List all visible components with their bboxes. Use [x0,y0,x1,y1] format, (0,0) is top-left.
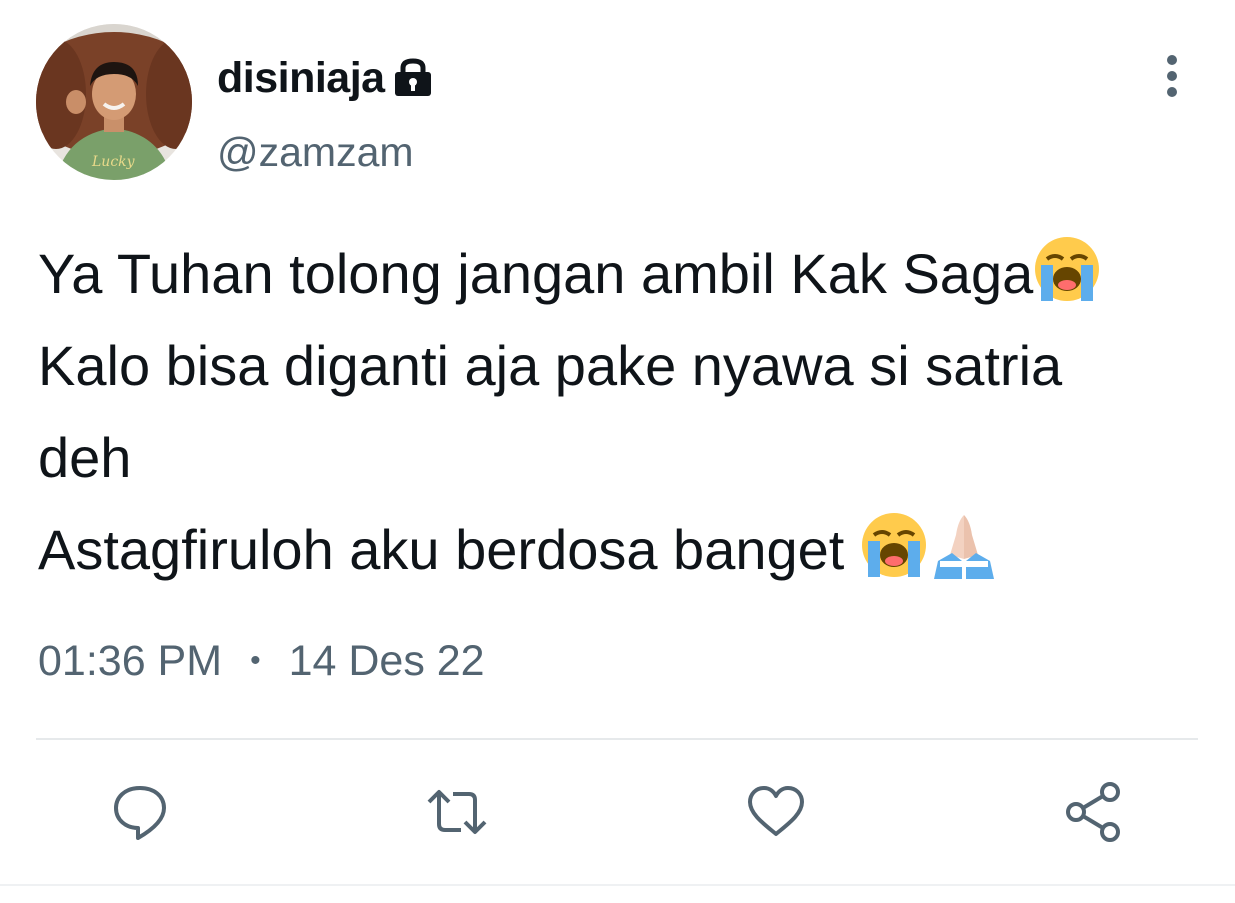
reply-icon[interactable] [108,780,172,844]
avatar-shirt-text: Lucky [91,154,136,170]
tweet-line: Astagfiruloh aku berdosa banget [38,504,1208,596]
meta-separator: • [250,644,261,677]
tweet-line-text: Ya Tuhan tolong jangan ambil Kak Saga [38,242,1034,305]
action-bar [0,780,1235,844]
tweet-line: deh [38,426,132,489]
author-name-row[interactable]: disiniaja [217,50,433,106]
display-name[interactable]: disiniaja [217,54,385,103]
bottom-divider [0,884,1235,886]
tweet-line-text: Astagfiruloh aku berdosa banget [38,518,845,581]
share-icon[interactable] [1062,780,1126,844]
tweet-date[interactable]: 14 Des 22 [289,637,485,686]
tweet-line: Kalo bisa diganti aja pake nyawa si satr… [38,334,1063,397]
tweet-text: Ya Tuhan tolong jangan ambil Kak Saga Ka… [38,228,1208,596]
divider [36,738,1198,740]
more-vertical-icon[interactable] [1150,52,1194,100]
user-handle[interactable]: @zamzam [217,124,414,180]
retweet-icon[interactable] [425,780,489,844]
tweet-line: Ya Tuhan tolong jangan ambil Kak Saga [38,228,1208,320]
loudly-crying-face-emoji [1033,235,1101,303]
tweet-time[interactable]: 01:36 PM [38,637,222,686]
loudly-crying-face-emoji [860,511,928,579]
avatar[interactable]: Lucky [36,24,192,180]
lock-icon [393,58,433,98]
tweet-meta: 01:36 PM • 14 Des 22 [38,633,485,689]
like-icon[interactable] [744,780,808,844]
folded-hands-emoji [928,511,1000,579]
avatar-image: Lucky [36,24,192,180]
